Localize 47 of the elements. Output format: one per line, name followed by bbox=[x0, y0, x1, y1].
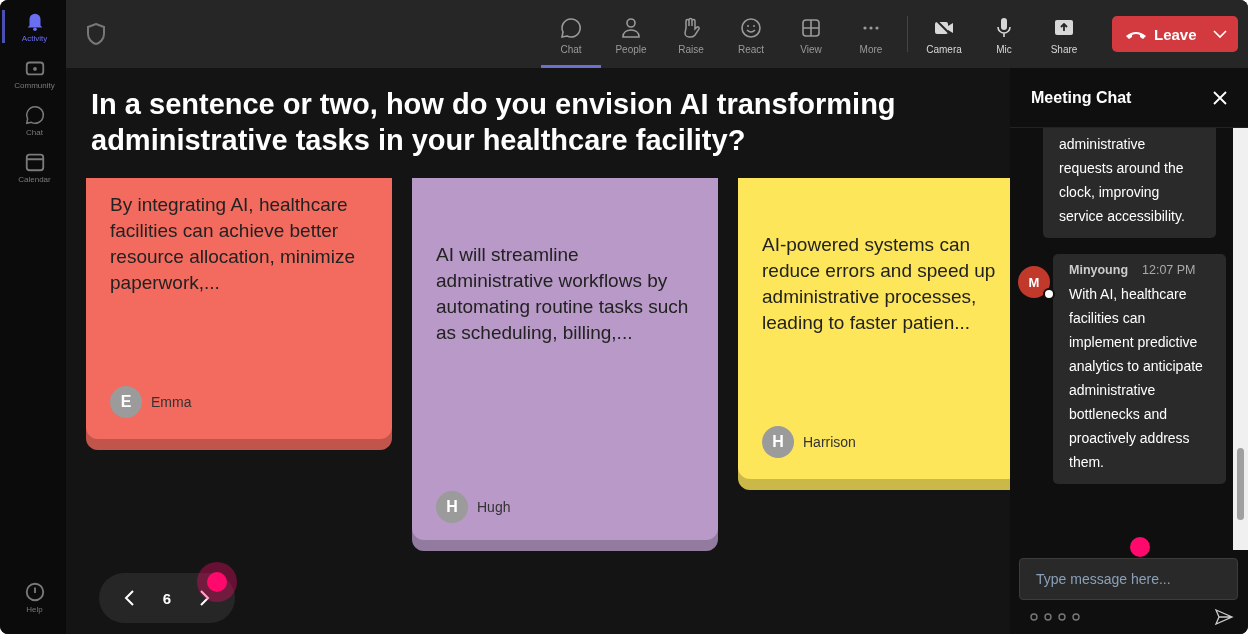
toolbar-button[interactable]: Raise bbox=[661, 0, 721, 68]
rail-item[interactable]: Chat bbox=[2, 104, 64, 137]
hang-up-icon bbox=[1126, 29, 1146, 39]
note-text: By integrating AI, healthcare facilities can achieve better resource allocation, minimize paperwork,... bbox=[110, 193, 356, 295]
toolbar-button[interactable]: More bbox=[841, 0, 901, 68]
rail-item[interactable]: Community bbox=[2, 57, 64, 90]
toolbar-button[interactable]: Mic bbox=[974, 0, 1034, 68]
leave-button[interactable]: Leave bbox=[1112, 16, 1238, 52]
scroll-thumb[interactable] bbox=[1237, 448, 1244, 520]
sender-name: Minyoung bbox=[1069, 262, 1128, 279]
chat-bubble-icon bbox=[23, 104, 46, 126]
help-icon bbox=[23, 581, 46, 603]
author-name: Hugh bbox=[477, 498, 511, 517]
chat-bubble-icon bbox=[559, 15, 583, 40]
more-icon bbox=[863, 25, 879, 30]
toolbar-button[interactable]: People bbox=[601, 0, 661, 68]
message-field[interactable]: Type message here... bbox=[1019, 558, 1238, 600]
pointer-dot bbox=[207, 572, 227, 592]
message-text: administrative requests around the clock, improving service accessibility. bbox=[1059, 135, 1186, 226]
smiley-icon bbox=[739, 15, 763, 40]
toolbar-button[interactable]: Chat bbox=[541, 0, 601, 68]
close-button[interactable] bbox=[1212, 89, 1228, 106]
send-icon bbox=[1214, 607, 1234, 627]
note-text: AI will streamline administrative workflows by automating routine tasks such as scheduling, billing,... bbox=[436, 243, 690, 345]
toolbar-button[interactable]: View bbox=[781, 0, 841, 68]
author-name: Emma bbox=[151, 393, 192, 412]
avatar: H bbox=[436, 491, 468, 523]
toolbar-button[interactable]: React bbox=[721, 0, 781, 68]
toolbar-button[interactable]: Camera bbox=[914, 0, 974, 68]
rail-item[interactable]: Calendar bbox=[2, 151, 64, 184]
author-name: Harrison bbox=[803, 433, 856, 452]
help-button[interactable]: Help bbox=[2, 581, 64, 614]
chat-title: Meeting Chat bbox=[1031, 88, 1132, 107]
person-icon bbox=[619, 15, 643, 40]
avatar: H bbox=[762, 426, 794, 458]
avatar: E bbox=[110, 386, 142, 418]
note-text: AI-powered systems can reduce errors and speed up administrative processes, leading to faster patien... bbox=[762, 233, 997, 335]
message-time: 12:07 PM bbox=[1142, 262, 1196, 279]
shield-icon bbox=[86, 23, 106, 45]
status-dot bbox=[1043, 288, 1055, 300]
page-number: 6 bbox=[162, 589, 172, 607]
send-button[interactable] bbox=[1214, 607, 1234, 627]
calendar-icon bbox=[23, 151, 46, 173]
message-text: With AI, healthcare facilities can implement predictive analytics to anticipate administrative bottlenecks and proactively address them. bbox=[1069, 285, 1204, 472]
close-icon bbox=[1212, 89, 1228, 106]
question-title: In a sentence or two, how do you envision AI transforming administrative tasks in your healthcare facility? bbox=[91, 87, 897, 158]
toolbar-button[interactable]: Share bbox=[1034, 0, 1094, 68]
